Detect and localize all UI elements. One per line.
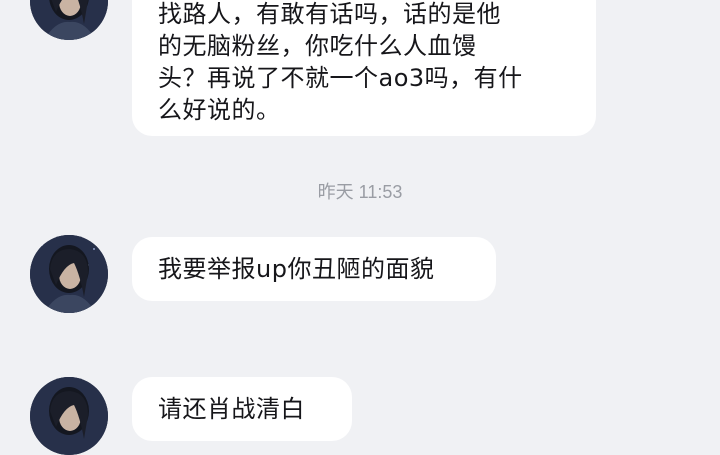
avatar-image bbox=[30, 377, 108, 455]
message-text-line: 的无脑粉丝，你吃什么人血馒 bbox=[158, 32, 477, 60]
avatar-image bbox=[30, 0, 108, 40]
message-text-line: 请还肖战清白 bbox=[158, 395, 305, 423]
avatar[interactable] bbox=[30, 235, 108, 313]
message-text-line: 我要举报up你丑陋的面貌 bbox=[158, 255, 435, 283]
avatar[interactable] bbox=[30, 377, 108, 455]
message-bubble[interactable]: 找路人，有敢有话吗，话的是他 的无脑粉丝，你吃什么人血馒 头？再说了不就一个ao… bbox=[132, 0, 596, 136]
message-bubble[interactable]: 请还肖战清白 bbox=[132, 377, 352, 441]
avatar-image bbox=[30, 235, 108, 313]
message-bubble[interactable]: 我要举报up你丑陋的面貌 bbox=[132, 237, 496, 301]
message-timestamp: 昨天 11:53 bbox=[317, 182, 403, 202]
message-text-line: 么好说的。 bbox=[158, 96, 281, 124]
avatar[interactable] bbox=[30, 0, 108, 40]
message-text-line: 找路人，有敢有话吗，话的是他 bbox=[158, 0, 501, 28]
message-text-line: 头？再说了不就一个ao3吗，有什 bbox=[158, 64, 523, 92]
